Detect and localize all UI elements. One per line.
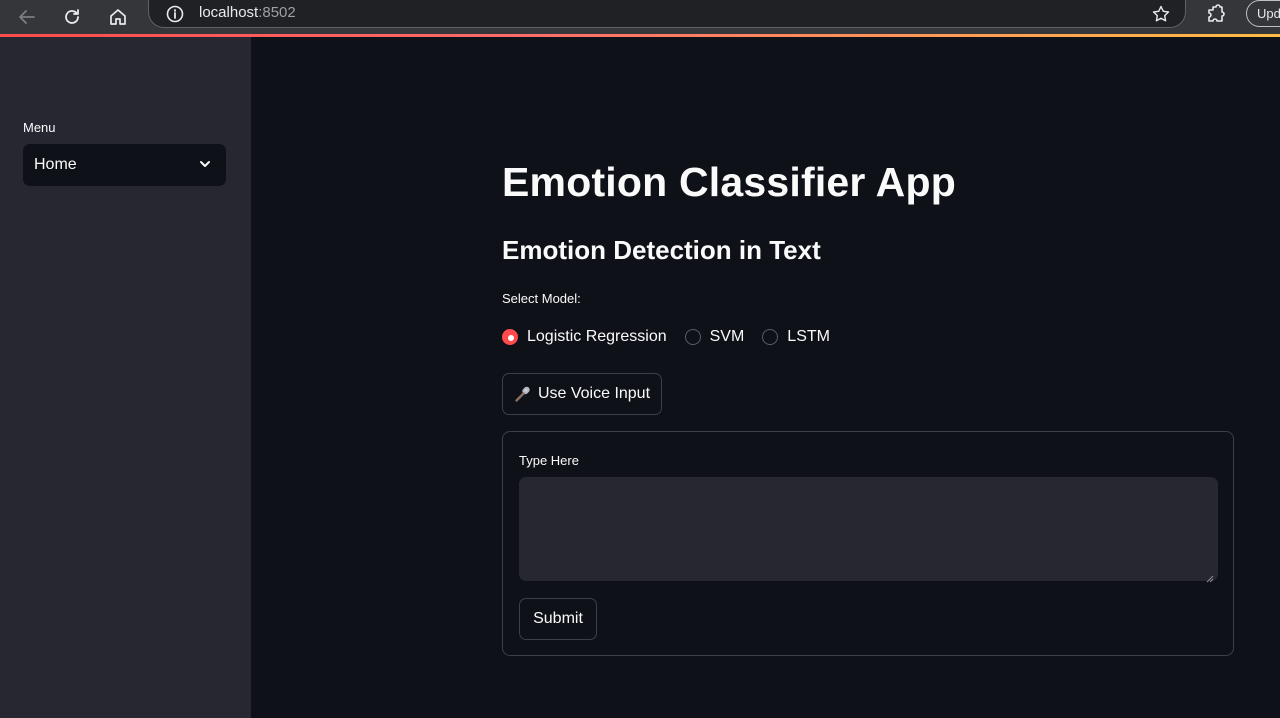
info-icon[interactable] bbox=[165, 4, 185, 29]
radio-unselected-icon[interactable] bbox=[762, 329, 779, 345]
radio-lstm[interactable]: LSTM bbox=[762, 328, 830, 346]
text-form: Type Here Submit bbox=[502, 431, 1234, 656]
browser-toolbar: localhost:8502 Upd bbox=[0, 0, 1280, 34]
sidebar: Menu Home bbox=[0, 37, 251, 718]
menu-select[interactable]: Home bbox=[23, 144, 226, 186]
resize-handle-icon[interactable] bbox=[1206, 570, 1231, 653]
url-port: :8502 bbox=[258, 4, 296, 21]
back-arrow-icon[interactable] bbox=[14, 4, 40, 30]
radio-label: LSTM bbox=[787, 328, 830, 345]
address-bar[interactable]: localhost:8502 bbox=[148, 0, 1186, 28]
url-text: localhost:8502 bbox=[199, 4, 296, 21]
chevron-down-icon bbox=[198, 157, 212, 176]
menu-select-value: Home bbox=[34, 156, 77, 173]
voice-input-label: Use Voice Input bbox=[537, 385, 651, 402]
radio-label: SVM bbox=[709, 328, 745, 345]
home-icon[interactable] bbox=[105, 4, 131, 30]
text-input-label: Type Here bbox=[519, 453, 579, 468]
section-title: Emotion Detection in Text bbox=[502, 235, 821, 265]
bookmark-star-icon[interactable] bbox=[1151, 4, 1171, 29]
radio-unselected-icon[interactable] bbox=[684, 329, 701, 345]
extensions-puzzle-icon[interactable] bbox=[1204, 3, 1228, 32]
text-input-area[interactable] bbox=[519, 477, 1218, 581]
radio-label: Logistic Regression bbox=[527, 328, 667, 345]
microphone-icon bbox=[514, 385, 532, 403]
submit-button[interactable]: Submit bbox=[519, 598, 597, 640]
url-host: localhost bbox=[199, 4, 259, 21]
radio-logistic-regression[interactable]: Logistic Regression bbox=[502, 328, 667, 346]
radio-selected-icon[interactable] bbox=[502, 329, 518, 345]
reload-icon[interactable] bbox=[59, 4, 85, 30]
main-content: Emotion Classifier App Emotion Detection… bbox=[251, 37, 1280, 718]
update-button[interactable]: Upd bbox=[1246, 0, 1280, 27]
menu-label: Menu bbox=[23, 120, 56, 135]
voice-input-button[interactable]: Use Voice Input bbox=[502, 373, 662, 415]
model-radio-group: Logistic Regression SVM LSTM bbox=[502, 327, 848, 347]
model-select-label: Select Model: bbox=[502, 291, 581, 306]
page-title: Emotion Classifier App bbox=[502, 159, 956, 205]
radio-svm[interactable]: SVM bbox=[684, 328, 745, 346]
